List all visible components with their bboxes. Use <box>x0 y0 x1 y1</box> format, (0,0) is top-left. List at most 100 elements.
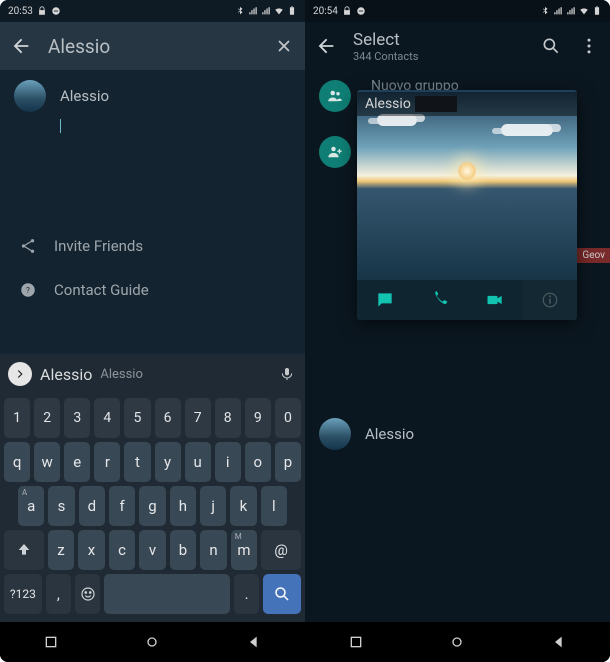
key-m[interactable]: Mm <box>231 530 258 570</box>
help-icon: ? <box>18 280 38 300</box>
message-button[interactable] <box>357 280 412 320</box>
contact-row[interactable]: Alessio <box>305 408 610 460</box>
key-9[interactable]: 9 <box>245 398 271 438</box>
contact-guide-row[interactable]: ? Contact Guide <box>0 268 305 312</box>
key-n[interactable]: n <box>200 530 227 570</box>
dnd-icon <box>51 6 61 16</box>
key-d[interactable]: d <box>79 486 105 526</box>
key-3[interactable]: 3 <box>64 398 90 438</box>
key-r[interactable]: r <box>94 442 120 482</box>
contact-row[interactable]: Alessio <box>0 70 305 122</box>
search-key-icon <box>273 585 291 603</box>
key-b[interactable]: b <box>170 530 197 570</box>
android-nav-bar <box>305 622 610 662</box>
key-h[interactable]: h <box>170 486 196 526</box>
nav-home[interactable] <box>141 631 163 653</box>
key-e[interactable]: e <box>64 442 90 482</box>
call-button[interactable] <box>412 280 467 320</box>
search-icon[interactable] <box>540 35 562 57</box>
contact-popup: Alessio <box>357 90 577 320</box>
shift-key[interactable] <box>4 530 44 570</box>
bluetooth-icon <box>235 6 245 16</box>
key-k[interactable]: k <box>230 486 256 526</box>
signal-icon <box>553 6 563 16</box>
wifi-icon <box>274 6 284 16</box>
mic-icon[interactable] <box>277 364 297 384</box>
bluetooth-icon <box>540 6 550 16</box>
video-icon <box>485 290 505 310</box>
keyboard-row-3: z x c v b n Mm @ <box>4 530 301 570</box>
key-j[interactable]: j <box>200 486 226 526</box>
redacted-box <box>415 96 457 112</box>
key-7[interactable]: 7 <box>185 398 211 438</box>
contacts-content: Nuovo gruppo Geov Alessio <box>305 70 610 622</box>
dnd-icon <box>356 6 366 16</box>
back-icon[interactable] <box>10 35 32 57</box>
key-z[interactable]: z <box>48 530 75 570</box>
at-key[interactable]: @ <box>261 530 301 570</box>
key-2[interactable]: 2 <box>34 398 60 438</box>
key-y[interactable]: y <box>155 442 181 482</box>
status-bar: 20:53 <box>0 0 305 22</box>
key-x[interactable]: x <box>78 530 105 570</box>
signal-icon <box>261 6 271 16</box>
nav-home[interactable] <box>446 631 468 653</box>
suggestion-primary[interactable]: Alessio <box>40 365 92 384</box>
video-call-button[interactable] <box>467 280 522 320</box>
key-5[interactable]: 5 <box>124 398 150 438</box>
key-v[interactable]: v <box>139 530 166 570</box>
contact-guide-label: Contact Guide <box>54 281 149 299</box>
text-cursor <box>60 118 305 134</box>
emoji-icon <box>79 585 97 603</box>
key-q[interactable]: q <box>4 442 30 482</box>
info-button[interactable] <box>522 280 577 320</box>
key-l[interactable]: l <box>261 486 287 526</box>
key-4[interactable]: 4 <box>94 398 120 438</box>
key-c[interactable]: c <box>109 530 136 570</box>
back-icon[interactable] <box>315 35 337 57</box>
select-title: Select <box>353 30 524 50</box>
wifi-icon <box>579 6 589 16</box>
nav-recents[interactable] <box>345 631 367 653</box>
key-t[interactable]: t <box>124 442 150 482</box>
clear-search-icon[interactable] <box>273 35 295 57</box>
nav-recents[interactable] <box>40 631 62 653</box>
popup-actions <box>357 280 577 320</box>
period-key[interactable]: . <box>234 574 259 614</box>
key-w[interactable]: w <box>34 442 60 482</box>
contact-photo[interactable]: Alessio <box>357 90 577 280</box>
expand-suggestions-icon[interactable] <box>8 362 32 386</box>
key-a[interactable]: Aa <box>18 486 44 526</box>
space-key[interactable] <box>104 574 230 614</box>
key-f[interactable]: f <box>109 486 135 526</box>
key-1[interactable]: 1 <box>4 398 30 438</box>
mode-key[interactable]: ?123 <box>4 574 42 614</box>
search-key[interactable] <box>263 574 301 614</box>
key-u[interactable]: u <box>185 442 211 482</box>
key-i[interactable]: i <box>215 442 241 482</box>
share-icon <box>18 236 38 256</box>
key-6[interactable]: 6 <box>155 398 181 438</box>
search-app-bar: Alessio <box>0 22 305 70</box>
key-0[interactable]: 0 <box>275 398 301 438</box>
lock-icon <box>342 6 352 16</box>
invite-friends-row[interactable]: Invite Friends <box>0 224 305 268</box>
invite-friends-label: Invite Friends <box>54 237 143 255</box>
more-icon[interactable] <box>578 35 600 57</box>
comma-key[interactable]: , <box>46 574 71 614</box>
key-p[interactable]: p <box>275 442 301 482</box>
key-8[interactable]: 8 <box>215 398 241 438</box>
suggestion-secondary[interactable]: Alessio <box>100 367 143 382</box>
signal-icon <box>566 6 576 16</box>
contact-name: Alessio <box>365 425 414 443</box>
nav-back[interactable] <box>243 631 265 653</box>
search-input[interactable]: Alessio <box>48 35 257 58</box>
key-g[interactable]: g <box>139 486 165 526</box>
group-icon <box>319 80 351 112</box>
nav-back[interactable] <box>548 631 570 653</box>
left-screenshot: 20:53 Alessio Ales <box>0 0 305 662</box>
key-s[interactable]: s <box>48 486 74 526</box>
key-o[interactable]: o <box>245 442 271 482</box>
emoji-key[interactable] <box>75 574 100 614</box>
battery-icon <box>592 6 602 16</box>
